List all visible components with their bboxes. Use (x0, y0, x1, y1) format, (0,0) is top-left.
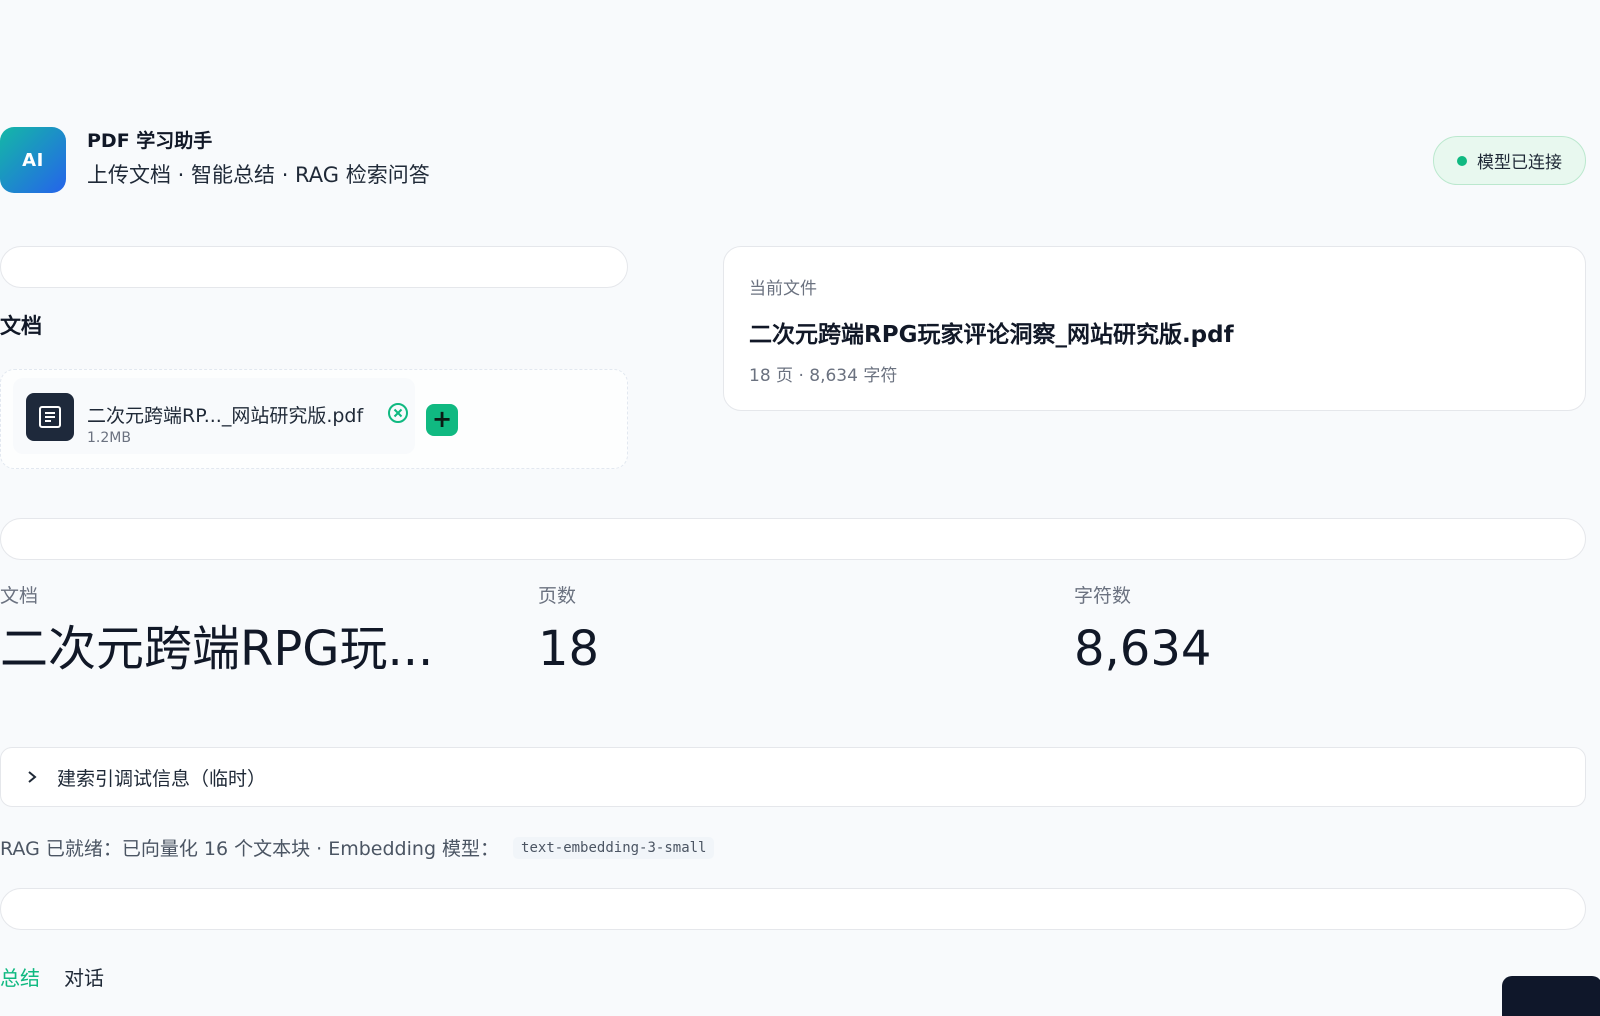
rag-status-text: RAG 已就绪：已向量化 16 个文本块 · Embedding 模型： tex… (0, 834, 715, 861)
tab-chat[interactable]: 对话 (64, 962, 104, 991)
current-file-card: 当前文件 二次元跨端RPG玩家评论洞察_网站研究版.pdf 18 页 · 8,6… (723, 246, 1586, 411)
documents-section-label: 文档 (0, 314, 42, 338)
app-subtitle: 上传文档 · 智能总结 · RAG 检索问答 (87, 163, 430, 187)
embedding-model-code: text-embedding-3-small (513, 836, 715, 859)
plus-icon: + (431, 405, 453, 433)
metric-document-label: 文档 (0, 585, 39, 607)
uploaded-file-size: 1.2MB (87, 430, 131, 446)
status-dot-icon (1457, 155, 1467, 166)
metric-pages-label: 页数 (538, 585, 577, 607)
add-file-button[interactable]: + (426, 404, 458, 436)
rag-status-label: RAG 已就绪：已向量化 16 个文本块 · Embedding 模型： (0, 838, 500, 860)
metric-pages-value: 18 (538, 621, 600, 677)
file-upload-dropzone[interactable]: 二次元跨端RP..._网站研究版.pdf 1.2MB + (0, 369, 628, 469)
upload-toolbar-bar (0, 246, 628, 288)
expander-label: 建索引调试信息（临时） (57, 767, 267, 790)
model-status-label: 模型已连接 (1477, 153, 1562, 173)
current-file-name: 二次元跨端RPG玩家评论洞察_网站研究版.pdf (749, 322, 1234, 348)
chevron-right-icon (28, 771, 37, 783)
main-tabs: 总结 对话 (0, 962, 128, 991)
metric-chars-label: 字符数 (1074, 585, 1132, 607)
metric-document-value: 二次元跨端RPG玩... (0, 621, 434, 677)
metric-pages: 页数 18 (538, 583, 599, 679)
metric-chars: 字符数 8,634 (1074, 583, 1211, 679)
app-header: AI PDF 学习助手 上传文档 · 智能总结 · RAG 检索问答 (0, 127, 430, 193)
current-file-meta: 18 页 · 8,634 字符 (749, 366, 898, 386)
uploaded-file-chip: 二次元跨端RP..._网站研究版.pdf 1.2MB (13, 378, 415, 454)
uploaded-file-name: 二次元跨端RP..._网站研究版.pdf (87, 405, 364, 427)
app-logo: AI (0, 127, 66, 193)
header-titles: PDF 学习助手 上传文档 · 智能总结 · RAG 检索问答 (87, 128, 430, 192)
full-width-input-bar (0, 888, 1586, 930)
app-title: PDF 学习助手 (87, 130, 213, 152)
metric-chars-value: 8,634 (1074, 621, 1212, 677)
full-width-divider-bar (0, 518, 1586, 560)
close-circle-icon[interactable] (387, 402, 409, 424)
current-file-label: 当前文件 (749, 279, 817, 299)
model-status-badge: 模型已连接 (1433, 136, 1586, 185)
tab-summary[interactable]: 总结 (0, 962, 40, 991)
floating-corner-button[interactable] (1502, 976, 1600, 1016)
metric-document: 文档 二次元跨端RPG玩... (0, 583, 433, 679)
document-icon (26, 393, 74, 441)
index-debug-expander[interactable]: 建索引调试信息（临时） (0, 747, 1586, 807)
